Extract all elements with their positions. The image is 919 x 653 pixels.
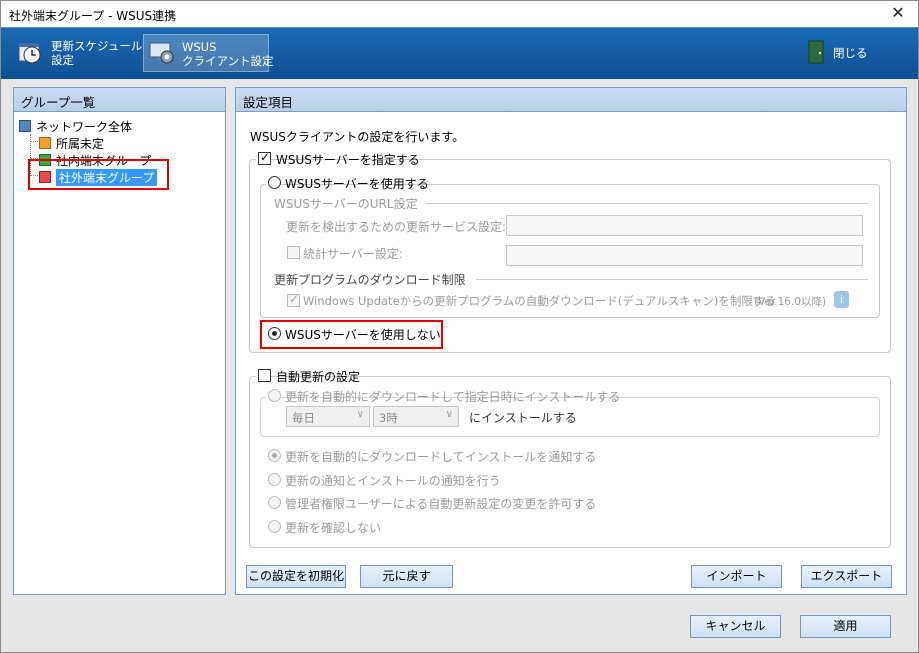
detect-url-label: 更新を検出するための更新サービス設定: (286, 220, 507, 234)
chevron-down-icon: ∨ (445, 409, 453, 420)
toolbar: 更新スケジュール 設定 WSUS クライアント設定 閉じる (1, 27, 918, 79)
specify-server-checkbox[interactable]: ✓ (258, 150, 271, 165)
gear-monitor-icon (149, 42, 174, 64)
window-title: 社外端末グループ - WSUS連携 (9, 9, 177, 23)
close-label: 閉じる (833, 46, 868, 60)
highlight-no-server (260, 320, 443, 349)
import-button[interactable]: インポート (691, 565, 782, 588)
settings-description: WSUSクライアントの設定を行います。 (250, 130, 465, 144)
time-select[interactable]: 3時 ∨ (373, 406, 459, 427)
stats-server-label: 統計サーバー設定: (303, 247, 403, 261)
admin-allow-radio[interactable] (268, 496, 281, 509)
calendar-clock-icon (18, 42, 41, 64)
use-server-label: WSUSサーバーを使用する (285, 177, 429, 191)
no-check-radio[interactable] (268, 520, 281, 533)
revert-button[interactable]: 元に戻す (360, 565, 453, 588)
stats-server-input[interactable] (506, 245, 863, 266)
group-orange-icon (39, 137, 51, 149)
specify-server-label: WSUSサーバーを指定する (276, 153, 420, 167)
url-section-label: WSUSサーバーのURL設定 (274, 197, 418, 211)
apply-button[interactable]: 適用 (800, 615, 891, 638)
notify-both-radio[interactable] (268, 473, 281, 486)
export-button[interactable]: エクスポート (801, 565, 892, 588)
tree-root-label: ネットワーク全体 (36, 120, 133, 134)
info-icon[interactable]: i (834, 291, 849, 308)
auto-update-checkbox[interactable] (258, 369, 271, 382)
settings-title: 設定項目 (236, 88, 906, 112)
url-section-separator (426, 203, 868, 204)
wsus-label-line1: WSUS (182, 40, 217, 54)
schedule-settings-button[interactable]: 更新スケジュール 設定 (13, 34, 142, 72)
settings-panel: 設定項目 WSUSクライアントの設定を行います。 ✓ WSUSサーバーを指定する… (235, 87, 907, 595)
title-bar: 社外端末グループ - WSUS連携 ✕ (1, 1, 918, 27)
wsus-dialog: 社外端末グループ - WSUS連携 ✕ 更新スケジュール 設定 WSUS クライ… (0, 0, 919, 653)
window-close-button[interactable]: ✕ (884, 2, 912, 26)
reset-settings-button[interactable]: この設定を初期化 (246, 565, 346, 588)
stats-server-checkbox[interactable] (287, 246, 300, 259)
highlight-selected-group (28, 159, 169, 190)
admin-allow-label: 管理者権限ユーザーによる自動更新設定の変更を許可する (285, 497, 597, 511)
chevron-down-icon: ∨ (356, 409, 364, 420)
day-select-value: 毎日 (292, 411, 315, 425)
auto-install-label: 更新を自動的にダウンロードして指定日時にインストールする (285, 390, 621, 404)
auto-install-option[interactable]: 更新を自動的にダウンロードして指定日時にインストールする (266, 388, 620, 404)
no-check-label: 更新を確認しない (285, 521, 382, 535)
use-server-radio[interactable] (268, 176, 281, 189)
time-select-value: 3時 (379, 411, 398, 425)
wsus-label-line2: クライアント設定 (182, 54, 274, 68)
use-server-option[interactable]: WSUSサーバーを使用する (266, 175, 429, 191)
group-list-title: グループ一覧 (14, 88, 225, 112)
detect-url-input[interactable] (506, 215, 863, 236)
toolbar-close-button[interactable]: 閉じる (799, 34, 879, 72)
auto-update-option[interactable]: 自動更新の設定 (256, 368, 360, 384)
install-suffix-label: にインストールする (469, 411, 577, 425)
wsus-client-settings-button[interactable]: WSUS クライアント設定 (143, 34, 274, 72)
auto-update-label: 自動更新の設定 (276, 370, 361, 384)
schedule-label-line2: 設定 (51, 53, 74, 67)
version-note: (Ver.16.0以降) (754, 296, 827, 308)
specify-server-option[interactable]: ✓ WSUSサーバーを指定する (256, 150, 420, 167)
notify-install-label: 更新を自動的にダウンロードしてインストールを通知する (285, 450, 597, 464)
cancel-button[interactable]: キャンセル (690, 615, 781, 638)
download-section-label: 更新プログラムのダウンロード制限 (274, 273, 466, 287)
notify-both-label: 更新の通知とインストールの通知を行う (285, 474, 501, 488)
windows-update-limit-checkbox[interactable]: ✓ (287, 292, 300, 307)
tree-item-label: 所属未定 (56, 137, 105, 151)
day-select[interactable]: 毎日 ∨ (286, 406, 370, 427)
notify-install-radio[interactable] (268, 449, 281, 462)
group-list-panel: グループ一覧 ネットワーク全体 所属未定 社内端末グループ 社外端末グループ (13, 87, 226, 595)
network-icon (19, 120, 31, 132)
download-section-separator (476, 279, 868, 280)
exit-door-icon (808, 40, 824, 64)
windows-update-limit-label: Windows Updateからの更新プログラムの自動ダウンロード(デュアルスキ… (303, 294, 776, 308)
auto-install-radio[interactable] (268, 389, 281, 402)
schedule-label-line1: 更新スケジュール (51, 39, 143, 53)
